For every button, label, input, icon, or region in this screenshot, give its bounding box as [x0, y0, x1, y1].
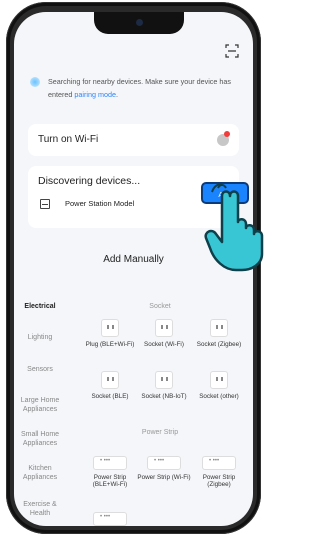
socket-icon: [210, 319, 228, 337]
radar-icon: [30, 77, 40, 87]
tile-strip-ble-wifi[interactable]: Power Strip (BLE+Wi-Fi): [82, 456, 138, 488]
power-strip-icon: [93, 456, 127, 470]
tile-label: Power Strip (Zigbee): [202, 474, 236, 488]
wifi-title: Turn on Wi-Fi: [38, 134, 99, 145]
socket-icon: [155, 371, 173, 389]
device-name: Power Station Model: [65, 199, 135, 208]
tile-socket-zigbee[interactable]: Socket (Zigbee): [191, 319, 247, 348]
power-strip-icon: [202, 456, 236, 470]
socket-icon: [155, 319, 173, 337]
power-strip-icon: [147, 456, 181, 470]
tile-label: Plug (BLE+Wi-Fi): [85, 341, 135, 348]
scan-icon[interactable]: [225, 44, 239, 58]
search-text: Searching for nearby devices. Make sure …: [48, 75, 242, 101]
category-electrical[interactable]: Electrical: [14, 302, 66, 311]
socket-icon: [101, 371, 119, 389]
socket-icon: [101, 319, 119, 337]
category-sensors[interactable]: Sensors: [14, 365, 66, 374]
tile-label: Socket (NB-IoT): [141, 393, 187, 400]
category-kitchen[interactable]: Kitchen Appliances: [14, 464, 66, 482]
tile-label: Socket (BLE): [91, 393, 129, 400]
search-status: Searching for nearby devices. Make sure …: [30, 75, 242, 101]
tile-socket-other[interactable]: Socket (other): [191, 371, 247, 400]
section-power-strip: Power Strip: [141, 429, 179, 436]
category-lighting[interactable]: Lighting: [14, 333, 66, 342]
power-station-icon: [40, 199, 50, 209]
socket-icon: [210, 371, 228, 389]
power-strip-icon: [93, 512, 127, 526]
search-end: .: [115, 90, 118, 99]
tile-plug-ble-wifi[interactable]: Plug (BLE+Wi-Fi): [82, 319, 138, 348]
alert-badge: [224, 131, 230, 137]
tile-label: Power Strip (Wi-Fi): [137, 474, 191, 481]
tile-label: Socket (other): [199, 393, 239, 400]
pairing-mode-link[interactable]: pairing mode: [74, 90, 116, 99]
tile-strip-partial[interactable]: [82, 512, 138, 526]
section-socket: Socket: [149, 303, 171, 310]
tile-socket-ble[interactable]: Socket (BLE): [82, 371, 138, 400]
tile-strip-zigbee[interactable]: Power Strip (Zigbee): [191, 456, 247, 488]
camera: [136, 19, 143, 26]
discover-title: Discovering devices...: [38, 175, 141, 187]
tile-socket-wifi[interactable]: Socket (Wi-Fi): [136, 319, 192, 348]
wifi-card[interactable]: Turn on Wi-Fi: [28, 124, 239, 156]
tile-socket-nb-iot[interactable]: Socket (NB-IoT): [136, 371, 192, 400]
tile-label: Power Strip (BLE+Wi-Fi): [92, 474, 128, 488]
category-small-appliances[interactable]: Small Home Appliances: [14, 430, 66, 448]
notch: [94, 12, 184, 34]
tile-label: Socket (Zigbee): [196, 341, 242, 348]
tile-label: Socket (Wi-Fi): [144, 341, 184, 348]
category-large-appliances[interactable]: Large Home Appliances: [14, 396, 66, 414]
pointing-hand-icon: [204, 183, 264, 272]
category-exercise-health[interactable]: Exercise & Health: [14, 500, 66, 518]
tile-strip-wifi[interactable]: Power Strip (Wi-Fi): [136, 456, 192, 481]
